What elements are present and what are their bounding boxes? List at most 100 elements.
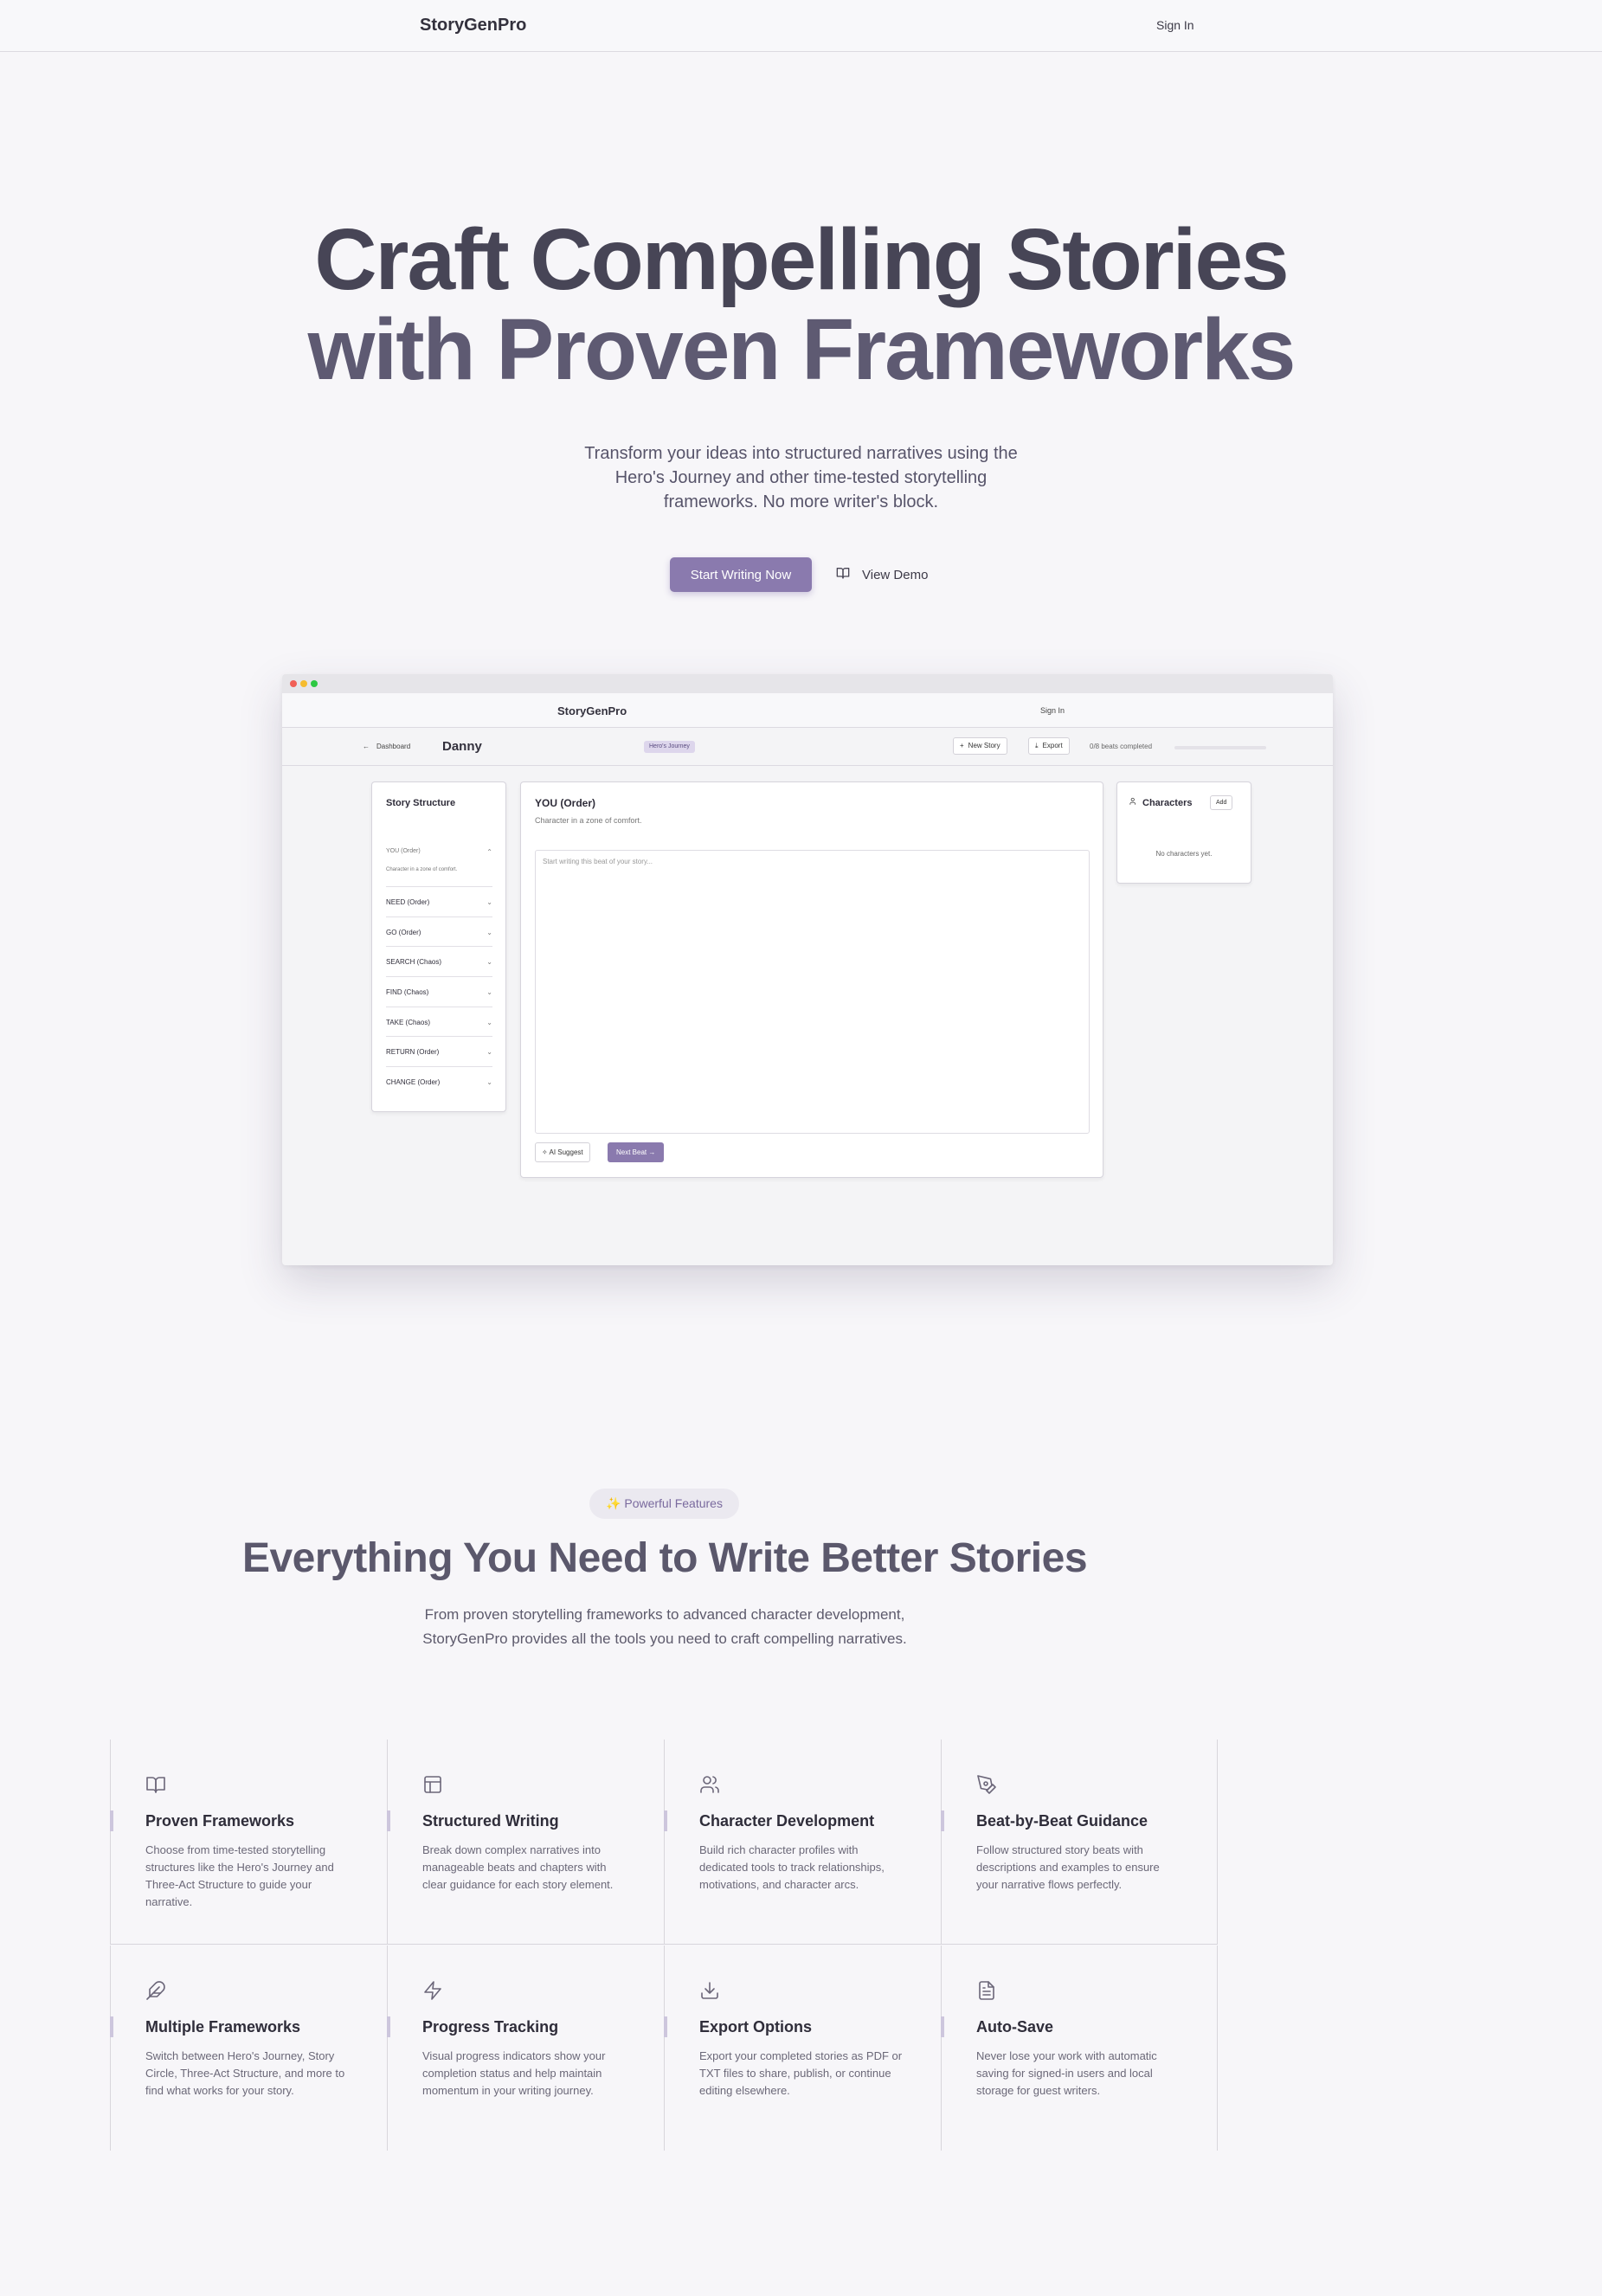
mock-beat-item: CHANGE (Order) ⌄ (386, 1066, 492, 1086)
arrow-left-icon: ← (363, 743, 370, 750)
feature-title: Auto-Save (976, 2018, 1054, 2036)
features-pill: ✨ Powerful Features (589, 1489, 739, 1519)
mock-characters-panel: Characters Add No characters yet. (1116, 781, 1251, 884)
mock-beat-label: SEARCH (Chaos) (386, 958, 442, 966)
feature-desc: Export your completed stories as PDF or … (699, 2049, 903, 2097)
mock-framework-badge: Hero's Journey (644, 741, 695, 753)
mock-beat-label: NEED (Order) (386, 898, 430, 906)
mock-export-button: ⤓ Export (1028, 737, 1070, 755)
mock-export-label: Export (1042, 742, 1063, 749)
feature-title: Character Development (699, 1812, 875, 1830)
mock-beat-item: SEARCH (Chaos) ⌄ (386, 946, 492, 966)
chevron-up-icon: ⌃ (486, 848, 492, 856)
feature-card: Auto-Save Never lose your work with auto… (941, 1945, 1218, 2151)
feature-card: Character Development Build rich charact… (664, 1740, 941, 1945)
mock-active-beat-desc: Character in a zone of comfort. (386, 867, 458, 872)
mock-progress-text: 0/8 beats completed (1090, 743, 1153, 750)
mock-back-button: ← Dashboard (363, 743, 410, 750)
mock-ai-suggest-label: AI Suggest (549, 1148, 583, 1156)
mock-progress-bar (1174, 746, 1266, 749)
feature-card: Progress Tracking Visual progress indica… (387, 1945, 664, 2151)
feature-card: Export Options Export your completed sto… (664, 1945, 941, 2151)
feature-title: Proven Frameworks (145, 1812, 295, 1830)
mock-add-character-button: Add (1210, 795, 1233, 810)
mock-beat-item: GO (Order) ⌄ (386, 916, 492, 936)
signin-link[interactable]: Sign In (1156, 18, 1194, 32)
mock-back-label: Dashboard (376, 743, 411, 750)
mock-active-beat: YOU (Order) ⌃ (386, 848, 492, 856)
mock-beat-label: CHANGE (Order) (386, 1078, 441, 1086)
mock-editor-panel: YOU (Order) Character in a zone of comfo… (520, 781, 1103, 1178)
mock-active-beat-label: YOU (Order) (386, 848, 421, 854)
feature-title: Structured Writing (422, 1812, 559, 1830)
app-preview-mockup: StoryGenPro Sign In ← Dashboard Danny He… (282, 674, 1333, 1265)
feature-card: Beat-by-Beat Guidance Follow structured … (941, 1740, 1218, 1945)
feature-desc: Build rich character profiles with dedic… (699, 1843, 885, 1891)
mock-story-toolbar: ← Dashboard Danny Hero's Journey + New S… (282, 728, 1333, 766)
feature-desc: Follow structured story beats with descr… (976, 1843, 1160, 1891)
feature-title: Progress Tracking (422, 2018, 559, 2036)
mock-characters-title: Characters (1142, 797, 1193, 808)
feature-accent (387, 2016, 390, 2037)
feature-accent (387, 1810, 390, 1831)
mock-next-beat-button: Next Beat → (608, 1142, 665, 1162)
pen-tool-icon (976, 1774, 997, 1795)
mock-no-characters: No characters yet. (1155, 850, 1213, 858)
chevron-down-icon: ⌄ (486, 1078, 492, 1086)
mock-beat-label: RETURN (Order) (386, 1048, 440, 1056)
book-icon (145, 1774, 166, 1795)
feature-card: Structured Writing Break down complex na… (387, 1740, 664, 1945)
window-close-dot (290, 680, 297, 687)
feature-accent (664, 1810, 667, 1831)
feature-accent (110, 1810, 113, 1831)
mock-structure-panel: Story Structure YOU (Order) ⌃ Character … (371, 781, 506, 1112)
mock-characters-header: Characters (1129, 797, 1192, 808)
feature-card: Multiple Frameworks Switch between Hero'… (110, 1945, 387, 2151)
mock-beat-item: TAKE (Chaos) ⌄ (386, 1007, 492, 1026)
view-demo-button[interactable]: View Demo (836, 564, 928, 585)
chevron-down-icon: ⌄ (486, 988, 492, 996)
mock-beat-item: RETURN (Order) ⌄ (386, 1036, 492, 1056)
chevron-down-icon: ⌄ (486, 1048, 492, 1056)
mock-beat-label: GO (Order) (386, 929, 421, 936)
mock-structure-title: Story Structure (386, 798, 456, 808)
mock-new-story-button: + New Story (953, 737, 1007, 755)
mock-ai-suggest-button: ✧ AI Suggest (535, 1142, 590, 1162)
mock-editor-desc: Character in a zone of comfort. (535, 816, 642, 825)
feature-accent (941, 1810, 944, 1831)
feature-desc: Switch between Hero's Journey, Story Cir… (145, 2049, 345, 2097)
features-grid: Proven Frameworks Choose from time-teste… (110, 1740, 1219, 2151)
features-title: Everything You Need to Write Better Stor… (241, 1535, 1088, 1581)
chevron-down-icon: ⌄ (486, 898, 492, 906)
mock-signin: Sign In (1040, 706, 1065, 715)
hero-subtitle: Transform your ideas into structured nar… (584, 444, 1018, 511)
mock-brand: StoryGenPro (557, 704, 627, 717)
plus-icon: + (960, 742, 964, 749)
feature-accent (664, 2016, 667, 2037)
zap-icon (422, 1980, 443, 2001)
features-subtitle: From proven storytelling frameworks to a… (422, 1606, 907, 1647)
feature-title: Export Options (699, 2018, 812, 2036)
brand-logo[interactable]: StoryGenPro (420, 16, 526, 35)
mock-editor-title: YOU (Order) (535, 797, 596, 809)
mock-beat-label: TAKE (Chaos) (386, 1019, 430, 1026)
mock-new-story-label: New Story (968, 742, 1000, 749)
mock-story-title: Danny (442, 739, 482, 754)
users-icon (699, 1774, 720, 1795)
hero-title-line2: with Proven Frameworks (307, 301, 1296, 398)
hero-title-line1: Craft Compelling Stories (314, 211, 1289, 308)
feature-accent (941, 2016, 944, 2037)
chevron-down-icon: ⌄ (486, 958, 492, 966)
download-icon: ⤓ (1035, 742, 1039, 749)
feature-title: Beat-by-Beat Guidance (976, 1812, 1148, 1830)
feature-desc: Choose from time-tested storytelling str… (145, 1843, 334, 1908)
start-writing-button[interactable]: Start Writing Now (670, 557, 812, 592)
chevron-down-icon: ⌄ (486, 929, 492, 936)
download-icon (699, 1980, 720, 2001)
feature-title: Multiple Frameworks (145, 2018, 301, 2036)
top-nav: StoryGenPro Sign In (0, 0, 1602, 52)
window-maximize-dot (311, 680, 318, 687)
hero-title: Craft Compelling Stories with Proven Fra… (0, 215, 1602, 395)
users-icon (1129, 797, 1138, 808)
mock-editor-textarea: Start writing this beat of your story... (535, 850, 1090, 1134)
